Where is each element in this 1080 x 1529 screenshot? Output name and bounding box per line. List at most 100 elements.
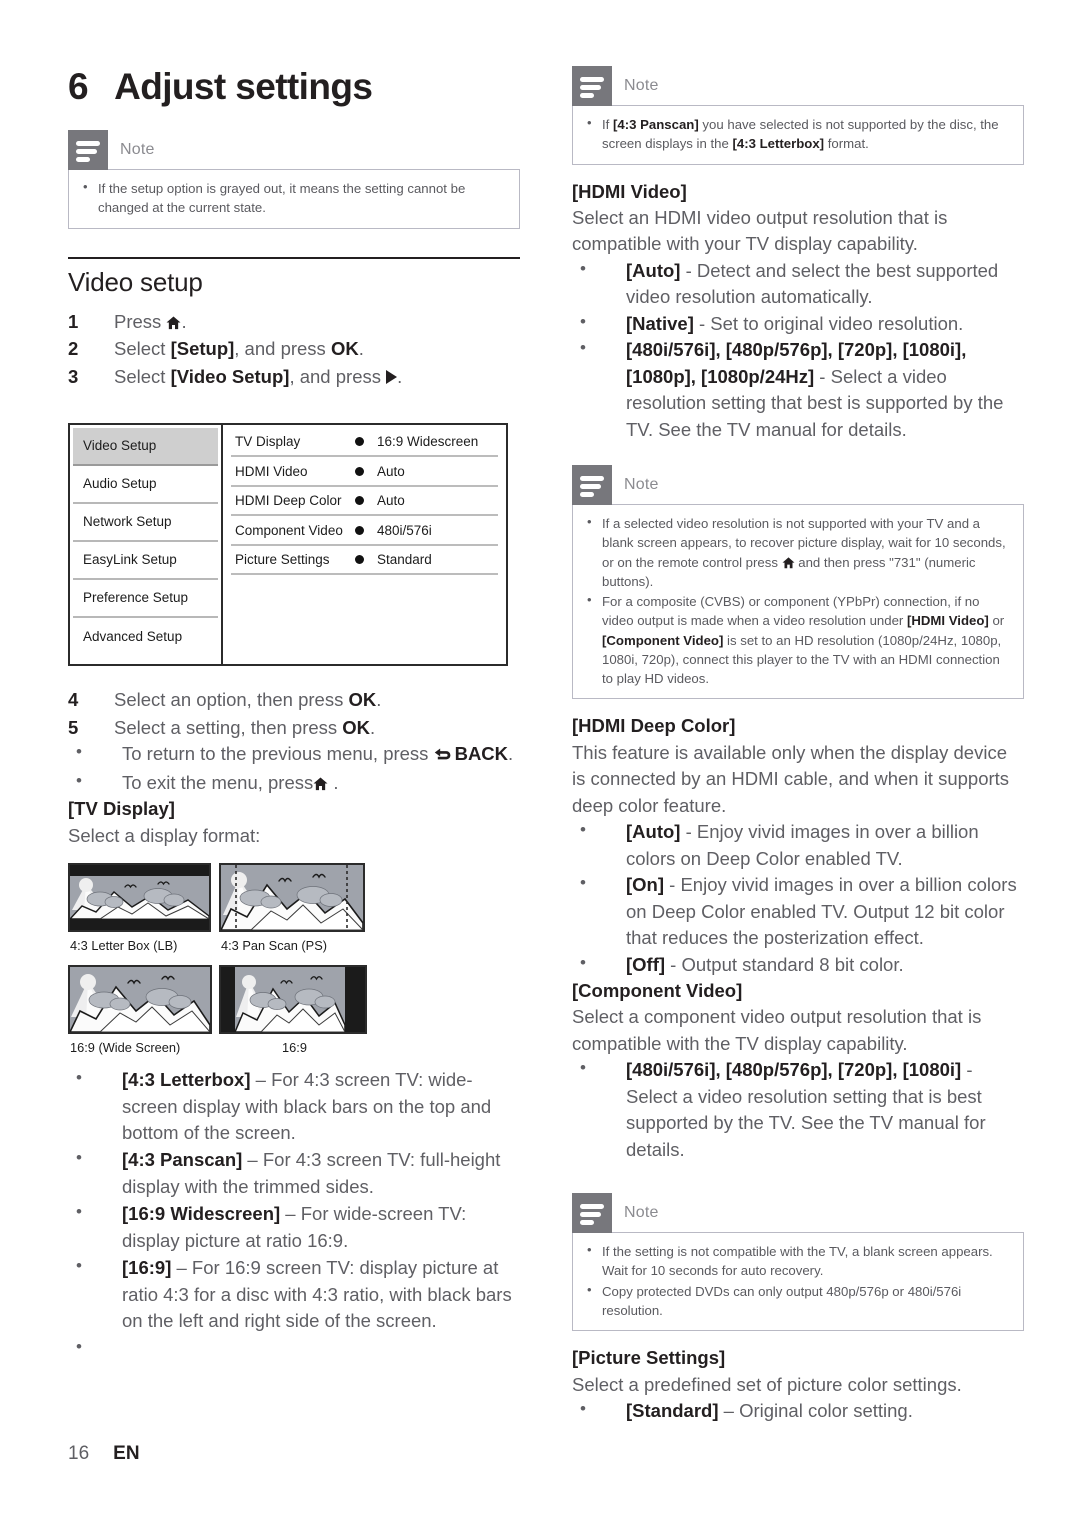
- device-setup-menu-screenshot: Video Setup Audio Setup Network Setup Ea…: [68, 422, 508, 666]
- home-icon: [166, 315, 181, 330]
- note-header: Note: [572, 66, 1024, 106]
- note-item: For a composite (CVBS) or component (YPb…: [585, 591, 1011, 688]
- hdmi-video-bullets: [Auto] - Detect and select the best supp…: [572, 257, 1024, 443]
- step-emphasis: OK: [348, 688, 377, 710]
- note-box-resolution: Note If a selected video resolution is n…: [572, 465, 1024, 700]
- letterbox-illustration: [70, 865, 209, 931]
- subhead-component-video: [Component Video]: [572, 979, 743, 1001]
- note-body: If the setup option is grayed out, it me…: [68, 169, 520, 229]
- tv-figure-letterbox: 4:3 Letter Box (LB): [68, 863, 219, 965]
- note-label: Note: [624, 1204, 659, 1222]
- menu-sidebar-item-preference-setup[interactable]: Preference Setup: [73, 580, 218, 618]
- note-icon: [68, 130, 108, 170]
- bullet-item: [480i/576i], [480p/576p], [720p], [1080i…: [572, 336, 1024, 443]
- menu-row-label: HDMI Video: [235, 463, 308, 479]
- bullet-item: [4:3 Panscan] – For 4:3 screen TV: full-…: [68, 1146, 520, 1200]
- note-header: Note: [68, 130, 520, 170]
- step-text: Select a setting, then press OK.: [114, 716, 376, 738]
- step-text: Select an option, then press OK.: [114, 688, 382, 710]
- bullet-dot-icon: [355, 525, 364, 535]
- right-arrow-icon: [386, 370, 398, 385]
- step-item: 3 Select [Video Setup], and press .: [68, 363, 520, 391]
- subhead-tv-display: [TV Display]: [68, 798, 175, 820]
- bullet-emphasis: BACK: [454, 743, 509, 765]
- section-divider: [68, 256, 520, 259]
- menu-row-picture-settings[interactable]: Picture Settings Standard: [231, 546, 498, 576]
- menu-row-hdmi-video[interactable]: HDMI Video Auto: [231, 457, 498, 487]
- note-item: If the setting is not compatible with th…: [585, 1241, 1011, 1281]
- bullet-item: [4:3 Letterbox] – For 4:3 screen TV: wid…: [68, 1066, 520, 1146]
- step-item: 2 Select [Setup], and press OK.: [68, 335, 520, 363]
- bullet-emphasis: [On]: [626, 874, 665, 896]
- step-text: Select [Video Setup], and press .: [114, 366, 403, 388]
- tv-figure-row: 4:3 Letter Box (LB) 4:3 Pan Scan (PS): [68, 863, 520, 965]
- note-item: If a selected video resolution is not su…: [585, 513, 1011, 591]
- bullet-emphasis: [Off]: [626, 953, 666, 975]
- note-label: Note: [624, 476, 659, 494]
- step-emphasis: OK: [330, 338, 359, 360]
- note-box-setup-grayed: Note If the setup option is grayed out, …: [68, 130, 520, 229]
- menu-sidebar: Video Setup Audio Setup Network Setup Ea…: [70, 424, 223, 664]
- tv-figure-row: 16:9 (Wide Screen) 16:9: [68, 965, 520, 1067]
- menu-row-label: HDMI Deep Color: [235, 493, 342, 509]
- step-emphasis: OK: [342, 716, 371, 738]
- bullet-emphasis: [16:9 Widescreen]: [122, 1203, 281, 1225]
- tv-figure-pillarbox: 16:9: [219, 965, 370, 1067]
- tv-display-intro: Select a display format:: [68, 824, 261, 846]
- menu-sidebar-item-audio-setup[interactable]: Audio Setup: [73, 466, 218, 504]
- tv-figure-widescreen: 16:9 (Wide Screen): [68, 965, 219, 1067]
- steps-list-1: 1 Press . 2 Select [Setup], and press OK…: [68, 308, 520, 391]
- hdmi-video-intro: Select an HDMI video output resolution t…: [572, 206, 948, 255]
- tv-figure-panscan: 4:3 Pan Scan (PS): [219, 863, 370, 965]
- bullet-item: [Auto] - Detect and select the best supp…: [572, 257, 1024, 311]
- tv-figure-caption: 16:9: [282, 1040, 307, 1056]
- menu-row-value: Auto: [377, 493, 405, 509]
- panscan-illustration: [219, 865, 365, 931]
- bullet-dot-icon: [355, 437, 364, 447]
- bullet-dot-icon: [355, 496, 364, 506]
- menu-row-value: 480i/576i: [377, 522, 432, 538]
- subhead-hdmi-video: [HDMI Video]: [572, 180, 687, 202]
- menu-sidebar-item-video-setup[interactable]: Video Setup: [73, 427, 218, 466]
- tv-figure-caption: 4:3 Pan Scan (PS): [221, 938, 327, 954]
- widescreen-illustration: [68, 967, 212, 1033]
- tv-figure-caption: 16:9 (Wide Screen): [70, 1040, 181, 1056]
- step5-sub-bullets: To return to the previous menu, press BA…: [68, 740, 520, 796]
- step-item: 5 Select a setting, then press OK.: [68, 714, 520, 742]
- note-icon: [572, 1193, 612, 1234]
- picture-settings-intro: Select a predefined set of picture color…: [572, 1373, 962, 1395]
- bullet-item: [480i/576i], [480p/576p], [720p], [1080i…: [572, 1056, 1024, 1163]
- bullet-dot-icon: [355, 466, 364, 476]
- note-body: If [4:3 Panscan] you have selected is no…: [572, 105, 1024, 165]
- menu-row-hdmi-deep-color[interactable]: HDMI Deep Color Auto: [231, 487, 498, 517]
- note-box-panscan: Note If [4:3 Panscan] you have selected …: [572, 66, 1024, 165]
- menu-row-label: TV Display: [235, 434, 301, 450]
- hdmi-deep-color-bullets: [Auto] - Enjoy vivid images in over a bi…: [572, 818, 1024, 978]
- note-header: Note: [572, 1193, 1024, 1234]
- note-item: If the setup option is grayed out, it me…: [81, 178, 507, 218]
- component-video-bullets: [480i/576i], [480p/576p], [720p], [1080i…: [572, 1056, 1024, 1163]
- menu-sidebar-item-easylink-setup[interactable]: EasyLink Setup: [73, 542, 218, 580]
- note-item: Copy protected DVDs can only output 480p…: [585, 1281, 1011, 1321]
- left-column: 6 Adjust settings Note If the setup opti…: [68, 0, 520, 1359]
- menu-sidebar-item-network-setup[interactable]: Network Setup: [73, 504, 218, 542]
- bullet-emphasis: [480i/576i], [480p/576p], [720p], [1080i…: [626, 1059, 962, 1081]
- bullet-item: [On] - Enjoy vivid images in over a bill…: [572, 871, 1024, 951]
- subhead-hdmi-deep-color: [HDMI Deep Color]: [572, 715, 736, 737]
- bullet-emphasis: [Standard]: [626, 1400, 719, 1422]
- menu-row-label: Component Video: [235, 522, 343, 538]
- pillarbox-illustration: [221, 967, 365, 1033]
- menu-row-tv-display[interactable]: TV Display 16:9 Widescreen: [231, 428, 498, 458]
- menu-row-component-video[interactable]: Component Video 480i/576i: [231, 516, 498, 546]
- menu-row-value: Standard: [377, 552, 432, 568]
- note-icon: [572, 465, 612, 506]
- bullet-item: [Off] - Output standard 8 bit color.: [572, 951, 1024, 978]
- page-number: 16: [68, 1443, 90, 1464]
- note-header: Note: [572, 465, 1024, 506]
- note-box-compatibility: Note If the setting is not compatible wi…: [572, 1193, 1024, 1332]
- step-item: 1 Press .: [68, 308, 520, 336]
- bullet-emphasis: [4:3 Letterbox]: [122, 1069, 251, 1091]
- menu-sidebar-item-advanced-setup[interactable]: Advanced Setup: [73, 618, 218, 656]
- chapter-title: Adjust settings: [114, 66, 373, 107]
- back-arrow-icon: [434, 743, 453, 769]
